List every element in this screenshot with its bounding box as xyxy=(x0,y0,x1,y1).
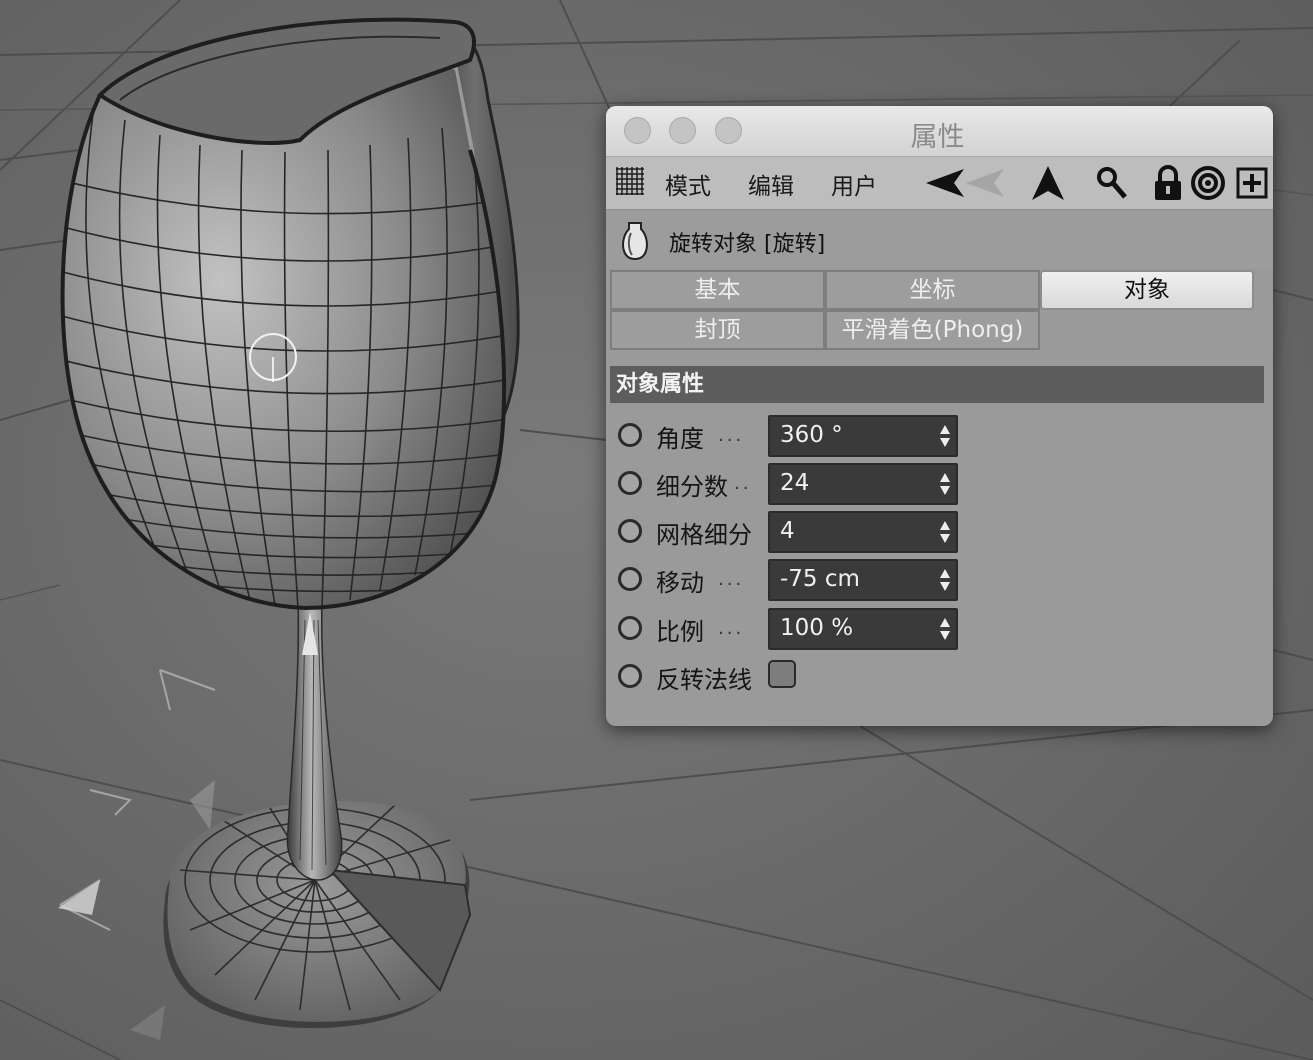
animation-radio[interactable] xyxy=(618,423,642,447)
property-label: 反转法线 xyxy=(656,666,752,694)
window-title: 属性 xyxy=(910,122,965,153)
tab-phong[interactable]: 平滑着色(Phong) xyxy=(825,310,1040,350)
property-dots: .. xyxy=(734,473,752,494)
subdivision-input[interactable]: 4 xyxy=(768,511,958,553)
tab-bar: 基本 坐标 对象 封顶 平滑着色(Phong) xyxy=(610,270,1258,354)
object-header: 旋转对象 [旋转] xyxy=(606,210,1273,268)
tab-object[interactable]: 对象 xyxy=(1040,270,1254,310)
field-value: 100 % xyxy=(780,615,854,641)
scale-input[interactable]: 100 % xyxy=(768,608,958,650)
tab-basic[interactable]: 基本 xyxy=(610,270,825,310)
stepper-icon[interactable] xyxy=(940,618,950,640)
property-label: 细分数 xyxy=(656,473,728,501)
flip-normals-checkbox[interactable] xyxy=(768,660,796,688)
stepper-icon[interactable] xyxy=(940,521,950,543)
up-arrow-icon[interactable] xyxy=(1030,165,1066,201)
field-value: 24 xyxy=(780,470,810,496)
property-mesh-subdivision: 网格细分 4 xyxy=(606,511,1273,555)
object-title: 旋转对象 [旋转] xyxy=(669,232,826,257)
property-label: 网格细分 xyxy=(656,521,752,549)
field-value: 4 xyxy=(780,518,795,544)
tab-caps[interactable]: 封顶 xyxy=(610,310,825,350)
animation-radio[interactable] xyxy=(618,567,642,591)
new-panel-icon[interactable] xyxy=(1234,165,1270,201)
property-angle: 角度 ... 360 ° xyxy=(606,415,1273,459)
menu-bar: 模式 编辑 用户 xyxy=(606,157,1273,210)
property-move: 移动 ... -75 cm xyxy=(606,559,1273,603)
grip-icon[interactable] xyxy=(616,167,644,195)
back-arrow-icon[interactable] xyxy=(924,165,1008,201)
section-object-properties: 对象属性 xyxy=(610,366,1264,403)
move-input[interactable]: -75 cm xyxy=(768,559,958,601)
title-bar[interactable]: 属性 xyxy=(606,106,1273,157)
search-icon[interactable] xyxy=(1094,165,1130,201)
field-value: -75 cm xyxy=(780,566,860,592)
stepper-icon[interactable] xyxy=(940,425,950,447)
stepper-icon[interactable] xyxy=(940,569,950,591)
animation-radio[interactable] xyxy=(618,664,642,688)
property-dots: ... xyxy=(718,618,745,639)
menu-edit[interactable]: 编辑 xyxy=(748,167,794,201)
property-scale: 比例 ... 100 % xyxy=(606,608,1273,652)
property-label: 移动 xyxy=(656,569,704,597)
animation-radio[interactable] xyxy=(618,471,642,495)
field-value: 360 ° xyxy=(780,422,843,448)
menu-mode[interactable]: 模式 xyxy=(665,167,711,201)
property-segments: 细分数 .. 24 xyxy=(606,463,1273,507)
property-label: 比例 xyxy=(656,618,704,646)
lock-icon[interactable] xyxy=(1150,165,1186,201)
menu-user[interactable]: 用户 xyxy=(831,167,877,201)
segments-input[interactable]: 24 xyxy=(768,463,958,505)
property-flip-normals: 反转法线 xyxy=(606,656,1273,700)
property-dots: ... xyxy=(718,569,745,590)
lathe-object-icon xyxy=(620,221,650,265)
animation-radio[interactable] xyxy=(618,616,642,640)
animation-radio[interactable] xyxy=(618,519,642,543)
attributes-panel: 属性 模式 编辑 用户 旋转对象 [旋转] 基本 坐标 对象 封顶 平滑着色(P… xyxy=(606,106,1273,726)
property-dots: ... xyxy=(718,425,745,446)
angle-input[interactable]: 360 ° xyxy=(768,415,958,457)
stepper-icon[interactable] xyxy=(940,473,950,495)
target-icon[interactable] xyxy=(1190,165,1226,201)
tab-coordinates[interactable]: 坐标 xyxy=(825,270,1040,310)
property-label: 角度 xyxy=(656,425,704,453)
